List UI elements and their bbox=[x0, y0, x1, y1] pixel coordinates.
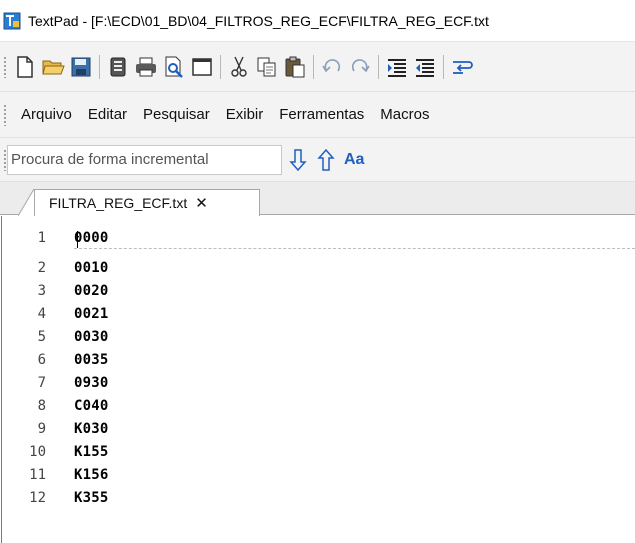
print-setup-button[interactable] bbox=[106, 54, 130, 80]
menu-editar[interactable]: Editar bbox=[80, 100, 135, 130]
title-bar: TextPad - [F:\ECD\01_BD\04_FILTROS_REG_E… bbox=[0, 0, 635, 42]
menu-arquivo[interactable]: Arquivo bbox=[13, 100, 80, 130]
line-text[interactable]: K030 bbox=[74, 421, 109, 437]
print-preview-icon bbox=[165, 56, 183, 78]
toolbar-separator bbox=[443, 54, 444, 79]
line-number: 6 bbox=[37, 351, 46, 368]
main-toolbar bbox=[0, 42, 635, 92]
outdent-icon bbox=[416, 58, 434, 77]
editor-line: 7 0930 bbox=[0, 371, 635, 394]
toolbar-separator bbox=[378, 54, 379, 79]
scissors-icon bbox=[231, 56, 247, 77]
line-number: 9 bbox=[37, 420, 46, 437]
line-text[interactable]: K155 bbox=[74, 444, 109, 460]
toolbar-grip[interactable] bbox=[3, 55, 7, 78]
undo-icon bbox=[322, 58, 341, 72]
line-number: 4 bbox=[37, 305, 46, 322]
line-text[interactable]: 0000 bbox=[74, 230, 109, 246]
text-cursor bbox=[77, 231, 78, 248]
textpad-app-icon[interactable] bbox=[3, 12, 21, 30]
menu-bar: Arquivo Editar Pesquisar Exibir Ferramen… bbox=[0, 92, 635, 138]
new-file-icon bbox=[17, 55, 33, 78]
editor-line: 1 0000 bbox=[0, 226, 635, 249]
line-number: 11 bbox=[29, 466, 46, 483]
line-text[interactable]: 0010 bbox=[74, 260, 109, 276]
menu-exibir[interactable]: Exibir bbox=[218, 100, 272, 130]
open-folder-icon bbox=[42, 60, 65, 74]
text-editor[interactable]: 1 0000 2 0010 3 0020 4 0021 5 0030 6 003… bbox=[0, 216, 635, 543]
line-number: 1 bbox=[37, 229, 46, 246]
window-title: TextPad - [F:\ECD\01_BD\04_FILTROS_REG_E… bbox=[28, 12, 489, 29]
match-case-toggle[interactable]: Aa bbox=[344, 151, 364, 169]
editor-line: 11 K156 bbox=[0, 463, 635, 486]
print-button[interactable] bbox=[134, 54, 158, 80]
menu-macros[interactable]: Macros bbox=[372, 100, 437, 130]
editor-line: 2 0010 bbox=[0, 256, 635, 279]
copy-button[interactable] bbox=[255, 54, 279, 80]
paste-icon bbox=[285, 56, 305, 77]
current-line-indicator bbox=[74, 248, 635, 249]
cut-button[interactable] bbox=[227, 54, 251, 80]
editor-line: 3 0020 bbox=[0, 279, 635, 302]
outdent-button[interactable] bbox=[413, 54, 437, 80]
toolbar-separator bbox=[220, 54, 221, 79]
tab-filtra-reg-ecf[interactable]: FILTRA_REG_ECF.txt ✕ bbox=[34, 189, 260, 216]
find-previous-button[interactable] bbox=[314, 145, 338, 175]
redo-icon bbox=[351, 58, 370, 72]
printer-icon bbox=[136, 57, 156, 76]
window-icon bbox=[192, 57, 212, 76]
line-number: 12 bbox=[29, 489, 46, 506]
line-number: 7 bbox=[37, 374, 46, 391]
save-button[interactable] bbox=[69, 54, 93, 80]
floppy-disk-icon bbox=[71, 57, 91, 76]
line-text[interactable]: K355 bbox=[74, 490, 109, 506]
incremental-search-input[interactable] bbox=[7, 144, 282, 175]
editor-line: 10 K155 bbox=[0, 440, 635, 463]
menu-ferramentas[interactable]: Ferramentas bbox=[271, 100, 372, 130]
redo-button[interactable] bbox=[348, 54, 372, 80]
line-number: 3 bbox=[37, 282, 46, 299]
undo-button[interactable] bbox=[320, 54, 344, 80]
line-number: 8 bbox=[37, 397, 46, 414]
copy-icon bbox=[257, 57, 276, 76]
toolbar-separator bbox=[99, 54, 100, 79]
indent-icon bbox=[388, 58, 406, 77]
tab-close-icon[interactable]: ✕ bbox=[195, 194, 208, 212]
indent-button[interactable] bbox=[385, 54, 409, 80]
editor-line: 12 K355 bbox=[0, 486, 635, 509]
editor-line: 5 0030 bbox=[0, 325, 635, 348]
line-text[interactable]: K156 bbox=[74, 467, 109, 483]
print-preview-button[interactable] bbox=[162, 54, 186, 80]
line-text[interactable]: C040 bbox=[74, 398, 109, 414]
document-tab-strip: FILTRA_REG_ECF.txt ✕ bbox=[0, 182, 635, 216]
tab-label: FILTRA_REG_ECF.txt bbox=[49, 195, 188, 211]
line-text[interactable]: 0030 bbox=[74, 329, 109, 345]
incremental-search-bar: Aa bbox=[0, 138, 635, 182]
menu-pesquisar[interactable]: Pesquisar bbox=[135, 100, 218, 130]
menubar-grip[interactable] bbox=[3, 103, 7, 126]
line-text[interactable]: 0930 bbox=[74, 375, 109, 391]
find-next-button[interactable] bbox=[286, 145, 310, 175]
paste-button[interactable] bbox=[283, 54, 307, 80]
editor-line: 9 K030 bbox=[0, 417, 635, 440]
open-file-button[interactable] bbox=[41, 54, 65, 80]
toolbar-separator bbox=[313, 54, 314, 79]
window-button[interactable] bbox=[190, 54, 214, 80]
word-wrap-button[interactable] bbox=[450, 54, 474, 80]
editor-line: 6 0035 bbox=[0, 348, 635, 371]
line-text[interactable]: 0021 bbox=[74, 306, 109, 322]
new-file-button[interactable] bbox=[13, 54, 37, 80]
line-text[interactable]: 0020 bbox=[74, 283, 109, 299]
line-number: 2 bbox=[37, 259, 46, 276]
word-wrap-icon bbox=[453, 60, 473, 74]
editor-line: 4 0021 bbox=[0, 302, 635, 325]
page-setup-icon bbox=[110, 57, 126, 76]
editor-line: 8 C040 bbox=[0, 394, 635, 417]
line-text[interactable]: 0035 bbox=[74, 352, 109, 368]
line-number: 5 bbox=[37, 328, 46, 345]
line-number: 10 bbox=[29, 443, 46, 460]
arrow-up-icon bbox=[317, 148, 335, 171]
arrow-down-icon bbox=[289, 148, 307, 171]
